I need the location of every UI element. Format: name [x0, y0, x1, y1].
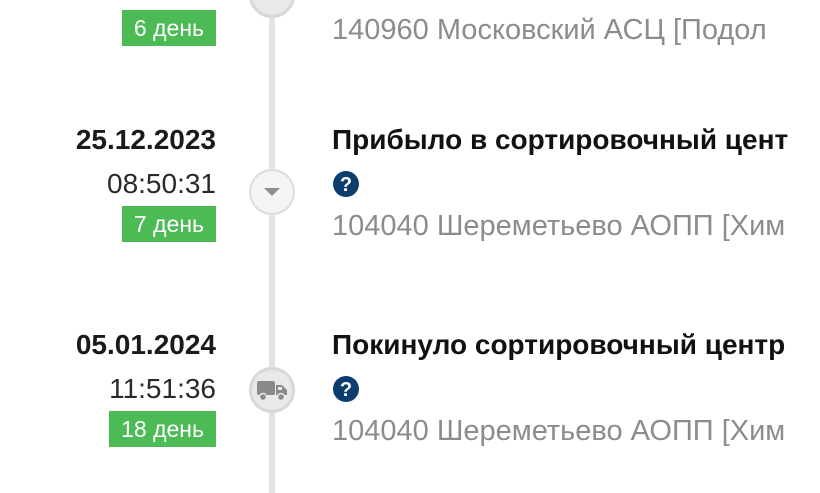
event-time: 08:50:31 — [107, 168, 216, 199]
event-date: 05.01.2024 — [75, 329, 216, 360]
svg-text:?: ? — [340, 174, 352, 196]
event-time: 11:51:36 — [109, 373, 216, 404]
day-badge: 18 день — [109, 411, 216, 447]
chevron-down-icon — [264, 188, 280, 196]
event-date: 25.12.2023 — [75, 124, 216, 155]
svg-text:?: ? — [340, 379, 352, 401]
tracking-event-2: 25.12.2023 08:50:31 7 день Прибыло в сор… — [0, 124, 820, 274]
event-location: 104040 Шереметьево АОПП [Хим — [332, 415, 786, 447]
departure-node — [249, 367, 295, 413]
timeline-node — [249, 0, 295, 18]
tracking-event-1: 6 день 140960 Московский АСЦ [Подол — [0, 0, 820, 78]
question-circle-icon[interactable]: ? — [332, 170, 360, 198]
event-location: 140960 Московский АСЦ [Подол — [332, 14, 767, 46]
event-location: 104040 Шереметьево АОПП [Хим — [332, 210, 786, 242]
arrival-node — [249, 169, 295, 215]
event-status: Прибыло в сортировочный цент — [332, 124, 789, 155]
question-circle-icon[interactable]: ? — [332, 375, 360, 403]
tracking-event-3: 05.01.2024 11:51:36 18 день Покинуло сор… — [0, 329, 820, 479]
truck-icon — [257, 381, 287, 402]
day-badge: 6 день — [121, 10, 216, 46]
day-badge: 7 день — [121, 206, 216, 242]
event-status: Покинуло сортировочный центр — [332, 329, 786, 360]
